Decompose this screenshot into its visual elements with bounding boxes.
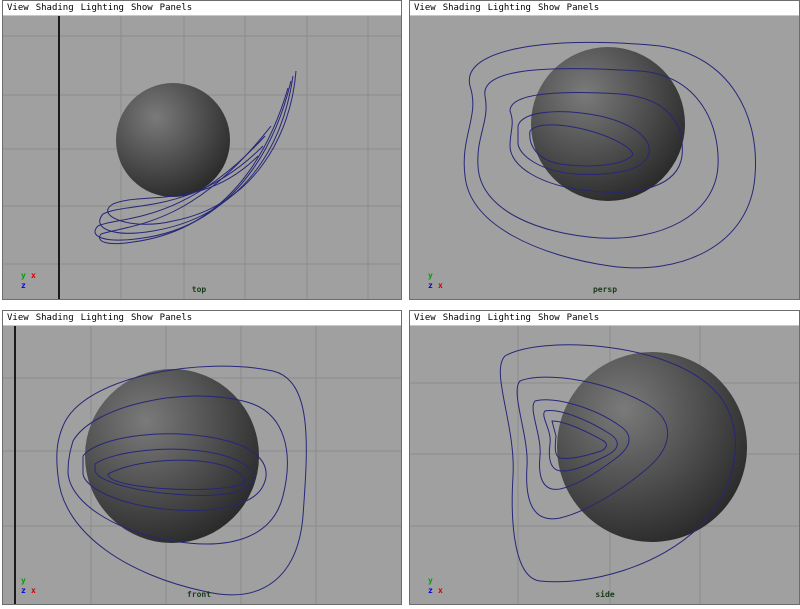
viewport-menubar: View Shading Lighting Show Panels	[3, 311, 401, 326]
axis-label-y: y	[428, 576, 433, 585]
menu-shading[interactable]: Shading	[36, 3, 74, 13]
menu-view[interactable]: View	[414, 313, 436, 323]
viewport-menubar: View Shading Lighting Show Panels	[410, 311, 799, 326]
menu-panels[interactable]: Panels	[567, 3, 600, 13]
viewport-side[interactable]: View Shading Lighting Show Panels y x z …	[409, 310, 800, 605]
menu-shading[interactable]: Shading	[443, 313, 481, 323]
axis-label-y: y	[428, 271, 433, 280]
viewport-scene[interactable]	[410, 326, 799, 605]
axis-label-y: y	[21, 271, 26, 280]
menu-shading[interactable]: Shading	[36, 313, 74, 323]
menu-lighting[interactable]: Lighting	[81, 3, 124, 13]
menu-panels[interactable]: Panels	[160, 313, 193, 323]
viewport-scene[interactable]	[410, 16, 799, 300]
axis-label-z: z	[21, 586, 26, 595]
viewport-menubar: View Shading Lighting Show Panels	[3, 1, 401, 16]
sphere	[85, 369, 259, 543]
menu-show[interactable]: Show	[131, 3, 153, 13]
axis-label-z: z	[428, 281, 433, 290]
axis-label-z: z	[21, 281, 26, 290]
sphere	[116, 83, 230, 197]
viewport-top[interactable]: View Shading Lighting Show Panels y x z …	[2, 0, 402, 300]
axis-indicator: y x z	[428, 271, 448, 291]
viewport-scene[interactable]	[3, 16, 401, 300]
menu-panels[interactable]: Panels	[567, 313, 600, 323]
axis-label-z: z	[428, 586, 433, 595]
menu-view[interactable]: View	[7, 313, 29, 323]
menu-lighting[interactable]: Lighting	[488, 313, 531, 323]
view-label: top	[191, 285, 207, 294]
axis-indicator: y x z	[428, 576, 448, 596]
axis-label-x: x	[438, 586, 443, 595]
view-label: side	[595, 590, 615, 599]
axis-label-x: x	[31, 271, 36, 280]
viewport-scene[interactable]	[3, 326, 401, 605]
axis-label-y: y	[21, 576, 26, 585]
sphere	[531, 47, 685, 201]
axis-label-x: x	[438, 281, 443, 290]
sphere	[557, 352, 747, 542]
menu-lighting[interactable]: Lighting	[81, 313, 124, 323]
viewport-menubar: View Shading Lighting Show Panels	[410, 1, 799, 16]
viewport-persp[interactable]: View Shading Lighting Show Panels y x z …	[409, 0, 800, 300]
menu-show[interactable]: Show	[538, 313, 560, 323]
menu-lighting[interactable]: Lighting	[488, 3, 531, 13]
menu-shading[interactable]: Shading	[443, 3, 481, 13]
menu-show[interactable]: Show	[538, 3, 560, 13]
axis-label-x: x	[31, 586, 36, 595]
menu-view[interactable]: View	[7, 3, 29, 13]
view-label: persp	[592, 285, 618, 294]
axis-indicator: y x z	[21, 576, 41, 596]
menu-view[interactable]: View	[414, 3, 436, 13]
viewport-front[interactable]: View Shading Lighting Show Panels y x z …	[2, 310, 402, 605]
axis-indicator: y x z	[21, 271, 41, 291]
view-label: front	[186, 590, 212, 599]
menu-show[interactable]: Show	[131, 313, 153, 323]
menu-panels[interactable]: Panels	[160, 3, 193, 13]
